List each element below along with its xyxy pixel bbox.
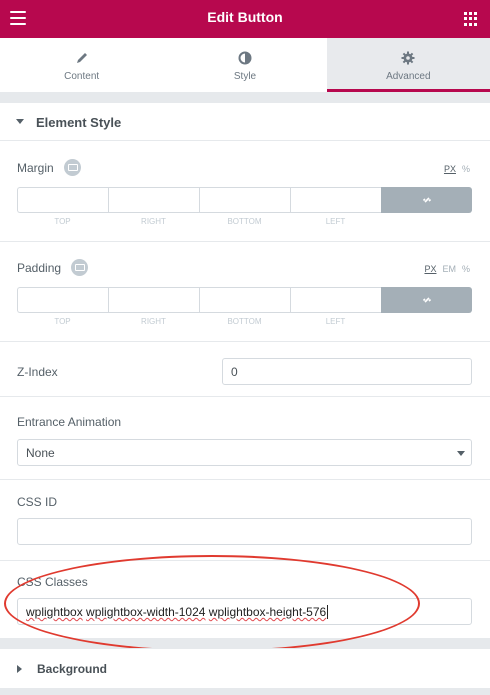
- margin-left-label: LEFT: [325, 217, 346, 226]
- padding-link-button[interactable]: [381, 287, 472, 313]
- tab-content-label: Content: [64, 71, 100, 82]
- link-icon: [422, 197, 431, 203]
- css-class-token: wplightbox-height-576: [208, 605, 327, 619]
- animation-select-value: None: [26, 446, 55, 460]
- margin-bottom-input[interactable]: [199, 187, 290, 213]
- panel-tabs: Content Style Advanced: [0, 38, 490, 93]
- tab-advanced-label: Advanced: [386, 71, 431, 82]
- tab-style[interactable]: Style: [163, 38, 326, 92]
- css-classes-label: CSS Classes: [17, 575, 88, 589]
- animation-select[interactable]: None: [17, 439, 472, 466]
- grid-icon[interactable]: [464, 12, 478, 26]
- tab-advanced[interactable]: Advanced: [326, 38, 490, 92]
- unit-percent[interactable]: %: [462, 164, 470, 174]
- section-title: Element Style: [36, 115, 122, 130]
- zindex-label: Z-Index: [17, 365, 58, 379]
- element-style-section-header[interactable]: Element Style: [0, 103, 490, 141]
- padding-bottom-label: BOTTOM: [227, 317, 262, 326]
- chevron-down-icon: [457, 451, 465, 456]
- margin-right-label: RIGHT: [141, 217, 166, 226]
- margin-right-input[interactable]: [108, 187, 199, 213]
- padding-top-input[interactable]: [17, 287, 108, 313]
- divider: [0, 241, 490, 242]
- padding-left-label: LEFT: [325, 317, 346, 326]
- gear-icon: [401, 51, 415, 65]
- animation-label: Entrance Animation: [17, 415, 122, 429]
- zindex-input[interactable]: 0: [222, 358, 472, 385]
- unit-percent[interactable]: %: [462, 264, 470, 274]
- margin-units: PX%: [438, 164, 470, 174]
- css-class-token: wplightbox: [26, 605, 83, 619]
- divider: [0, 560, 490, 561]
- unit-px[interactable]: PX: [424, 264, 436, 274]
- padding-bottom-input[interactable]: [199, 287, 290, 313]
- margin-field-labels: TOP RIGHT BOTTOM LEFT: [17, 217, 472, 226]
- divider: [0, 479, 490, 480]
- padding-inputs: [17, 287, 472, 313]
- text-cursor: ​: [327, 605, 329, 619]
- tab-content[interactable]: Content: [0, 38, 163, 92]
- element-style-controls: [0, 141, 490, 638]
- desktop-icon[interactable]: [64, 159, 81, 176]
- caret-right-icon: [17, 665, 22, 673]
- caret-down-icon: [16, 119, 24, 124]
- half-circle-icon: [238, 51, 252, 65]
- css-id-input[interactable]: [17, 518, 472, 545]
- tab-style-label: Style: [233, 71, 257, 82]
- link-icon: [422, 297, 431, 303]
- panel-header: Edit Button: [0, 0, 490, 38]
- padding-units: PX EM%: [418, 264, 470, 274]
- padding-left-input[interactable]: [290, 287, 381, 313]
- divider: [0, 341, 490, 342]
- panel-title: Edit Button: [207, 9, 283, 25]
- margin-top-input[interactable]: [17, 187, 108, 213]
- margin-label: Margin: [17, 161, 54, 175]
- padding-field-labels: TOP RIGHT BOTTOM LEFT: [17, 317, 472, 326]
- background-section-header[interactable]: Background: [0, 648, 490, 688]
- divider: [0, 396, 490, 397]
- margin-top-label: TOP: [54, 217, 71, 226]
- css-classes-input[interactable]: wplightbox wplightbox-width-1024 wplight…: [17, 598, 472, 625]
- padding-top-label: TOP: [54, 317, 71, 326]
- unit-em[interactable]: EM: [442, 264, 456, 274]
- padding-label: Padding: [17, 261, 62, 275]
- css-class-token: wplightbox-width-1024: [86, 605, 206, 619]
- margin-link-button[interactable]: [381, 187, 472, 213]
- padding-right-input[interactable]: [108, 287, 199, 313]
- unit-px[interactable]: PX: [444, 164, 456, 174]
- background-title: Background: [37, 662, 108, 676]
- pencil-icon: [76, 53, 87, 63]
- desktop-icon[interactable]: [71, 259, 88, 276]
- margin-left-input[interactable]: [290, 187, 381, 213]
- margin-bottom-label: BOTTOM: [227, 217, 262, 226]
- margin-inputs: [17, 187, 472, 213]
- padding-right-label: RIGHT: [141, 317, 166, 326]
- css-id-label: CSS ID: [17, 495, 58, 509]
